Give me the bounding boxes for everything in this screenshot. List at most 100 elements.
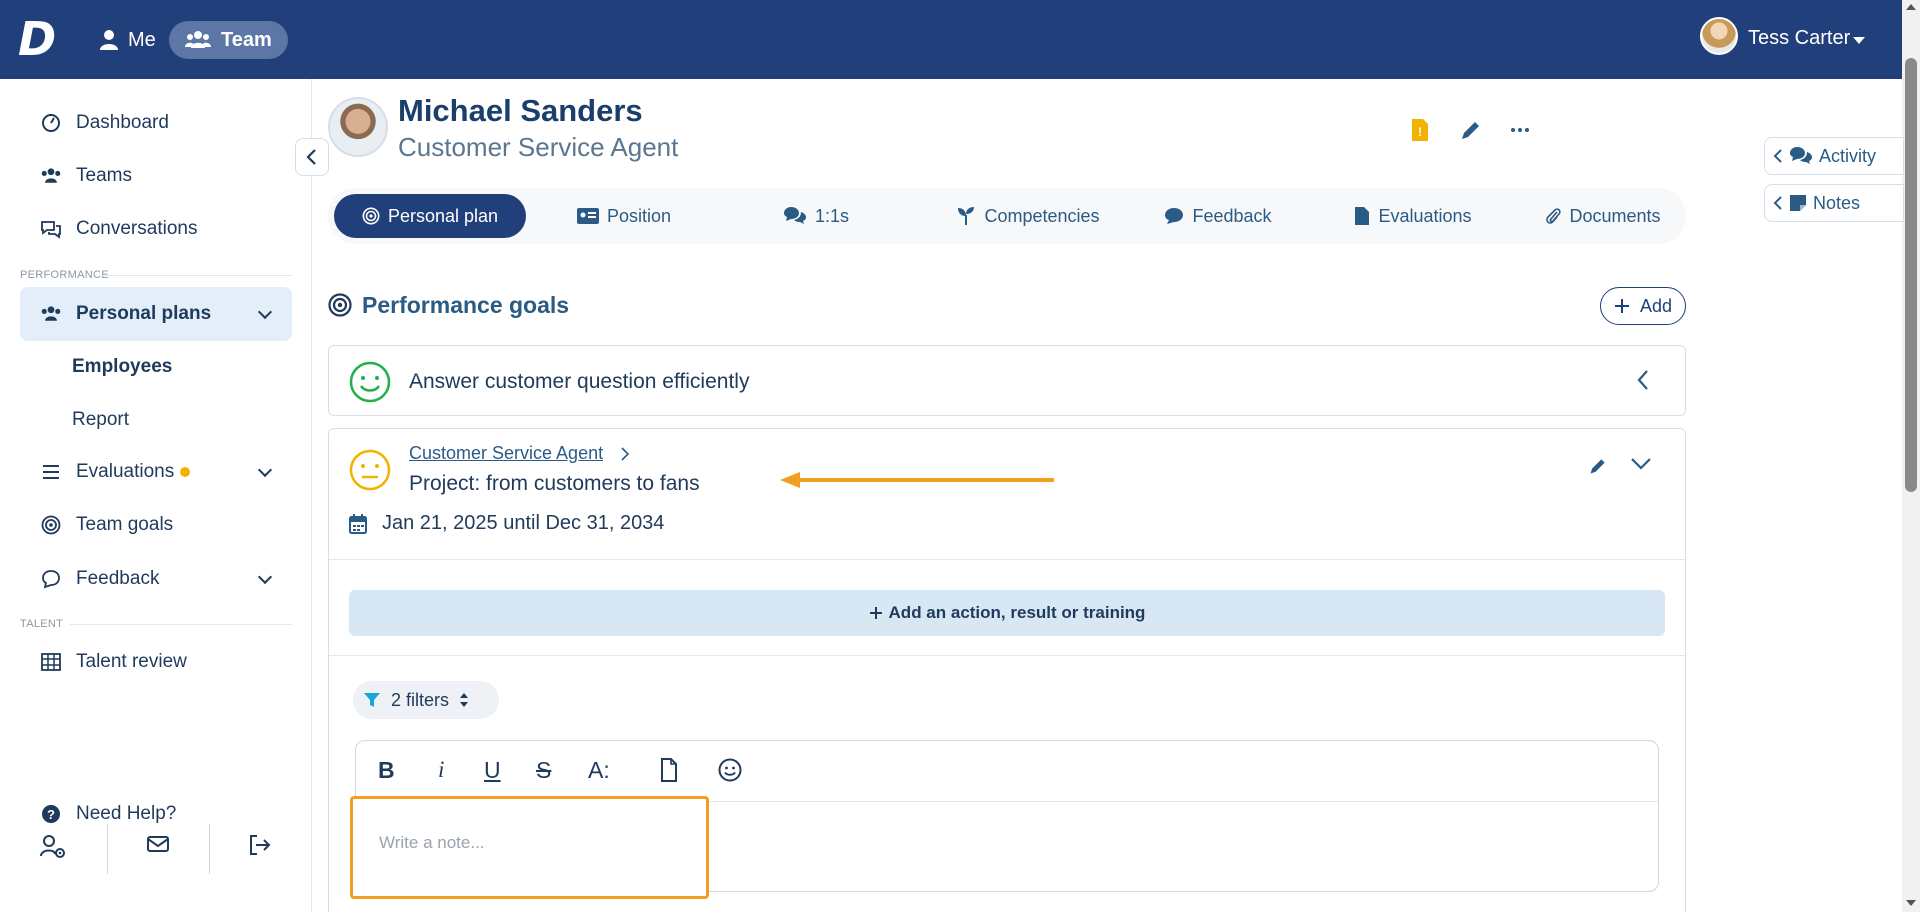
tab-evaluations[interactable]: Evaluations [1328, 194, 1498, 238]
file-icon [1355, 207, 1370, 225]
chat-bubbles-icon [783, 207, 806, 224]
collapse-sidebar-button[interactable] [295, 138, 329, 176]
strikethrough-button[interactable]: S [536, 757, 551, 784]
bold-button[interactable]: B [378, 757, 395, 784]
chat-bubbles-icon [1790, 147, 1812, 164]
tab-label: Documents [1569, 205, 1661, 226]
section-divider [100, 275, 292, 276]
chevron-down-icon[interactable] [257, 462, 273, 478]
tab-label: Personal plan [387, 205, 499, 226]
section-label-talent: TALENT [20, 618, 64, 630]
tab-documents[interactable]: Documents [1518, 194, 1688, 238]
sidebar-item-conversations[interactable]: Conversations [20, 204, 292, 254]
sidebar-subitem-report[interactable]: Report [72, 409, 129, 431]
activity-panel-button[interactable]: Activity [1764, 137, 1904, 175]
pencil-icon[interactable] [1459, 118, 1483, 142]
sidebar-item-label: Team goals [76, 514, 174, 535]
sidebar-item-label: Talent review [76, 651, 187, 672]
nav-team-label: Team [221, 28, 272, 51]
seedling-icon [958, 207, 975, 225]
profile-name: Michael Sanders [398, 93, 643, 128]
filter-icon [364, 693, 380, 707]
card-divider [329, 559, 1685, 560]
users-icon [185, 31, 211, 48]
sidebar-item-talent-review[interactable]: Talent review [20, 637, 292, 687]
target-icon [362, 207, 380, 225]
sidebar-item-label: Need Help? [76, 803, 177, 824]
chevron-left-icon [1773, 196, 1782, 210]
chevron-right-icon [621, 447, 630, 461]
document-warning-icon[interactable]: ! [1410, 118, 1434, 142]
dashboard-icon [40, 112, 62, 134]
sidebar-item-teams[interactable]: Teams [20, 151, 292, 201]
chevron-down-icon[interactable] [257, 569, 273, 585]
paperclip-icon [1546, 208, 1562, 224]
goal-title: Project: from customers to fans [409, 472, 700, 495]
chevron-left-icon [1773, 149, 1782, 163]
tab-one-on-ones[interactable]: 1:1s [746, 194, 886, 238]
help-icon: ? [40, 803, 62, 825]
goal-breadcrumb-link[interactable]: Customer Service Agent [409, 443, 603, 464]
filters-dropdown[interactable]: 2 filters [353, 681, 499, 719]
sidebar-item-label: Dashboard [76, 112, 169, 133]
svg-text:?: ? [47, 807, 55, 822]
section-title: Performance goals [362, 292, 570, 318]
notes-panel-button[interactable]: Notes [1764, 184, 1904, 222]
app-logo[interactable]: D [18, 16, 60, 62]
tab-position[interactable]: Position [554, 194, 694, 238]
sidebar-footer [0, 824, 312, 876]
chevron-down-icon[interactable] [1630, 456, 1652, 472]
logout-icon[interactable] [248, 834, 276, 862]
sidebar-item-feedback[interactable]: Feedback [20, 554, 292, 604]
font-size-button[interactable]: A: [588, 757, 610, 784]
add-action-button[interactable]: Add an action, result or training [349, 590, 1665, 636]
nav-me-button[interactable]: Me [92, 21, 164, 59]
target-icon [40, 514, 62, 536]
file-icon[interactable] [660, 758, 678, 782]
sidebar-item-team-goals[interactable]: Team goals [20, 500, 292, 550]
pencil-icon[interactable] [1588, 456, 1608, 476]
italic-button[interactable]: i [438, 757, 444, 783]
goal-dates: Jan 21, 2025 until Dec 31, 2034 [382, 512, 665, 534]
chat-icon [40, 218, 62, 240]
tab-feedback[interactable]: Feedback [1138, 194, 1298, 238]
filters-label: 2 filters [391, 689, 450, 710]
user-name[interactable]: Tess Carter [1748, 27, 1850, 50]
sidebar-item-dashboard[interactable]: Dashboard [20, 98, 292, 148]
caret-down-icon[interactable] [1853, 37, 1865, 44]
sidebar-item-label: Conversations [76, 218, 198, 239]
mail-icon[interactable] [146, 834, 174, 862]
users-icon [40, 303, 62, 325]
add-goal-button[interactable]: Add [1600, 287, 1686, 325]
sort-icon [460, 693, 469, 707]
user-settings-icon[interactable] [39, 834, 67, 862]
tab-competencies[interactable]: Competencies [928, 194, 1128, 238]
emoji-icon[interactable] [718, 758, 742, 782]
add-label: Add [1639, 295, 1673, 316]
tab-personal-plan[interactable]: Personal plan [334, 194, 526, 238]
comment-icon [40, 568, 62, 590]
sidebar-item-personal-plans[interactable]: Personal plans [20, 287, 292, 341]
underline-button[interactable]: U [484, 757, 501, 784]
sidebar: Dashboard Teams Conversations PERFORMANC… [0, 79, 312, 912]
tab-label: Evaluations [1378, 205, 1472, 226]
svg-text:!: ! [1418, 125, 1422, 139]
goal-card[interactable]: Answer customer question efficiently [328, 345, 1686, 416]
scroll-up-icon[interactable] [1906, 4, 1916, 10]
chevron-left-icon[interactable] [1635, 368, 1651, 392]
tab-label: Feedback [1192, 205, 1272, 226]
more-options-icon[interactable] [1508, 118, 1532, 142]
note-input[interactable]: Write a note... [350, 796, 709, 899]
scroll-down-icon[interactable] [1906, 900, 1916, 906]
target-icon [328, 293, 352, 317]
sidebar-subitem-employees[interactable]: Employees [72, 356, 172, 378]
sidebar-item-label: Evaluations [76, 461, 191, 483]
scrollbar-thumb[interactable] [1905, 58, 1917, 492]
sidebar-item-evaluations[interactable]: Evaluations [20, 447, 292, 497]
nav-team-button[interactable]: Team [169, 21, 288, 59]
chevron-down-icon[interactable] [257, 304, 273, 320]
top-navigation-bar: D Me Team Tess Carter [0, 0, 1902, 79]
evaluations-label: Evaluations [76, 461, 175, 482]
add-action-label: Add an action, result or training [888, 603, 1146, 622]
user-avatar[interactable] [1700, 17, 1738, 55]
